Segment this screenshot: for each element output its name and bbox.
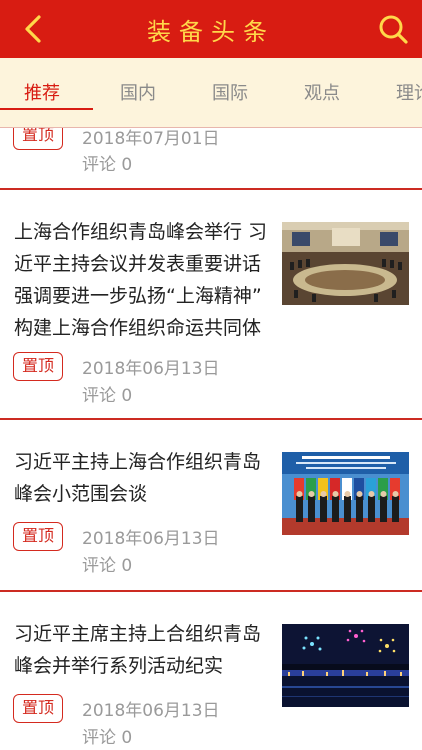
- pinned-badge: 置顶: [13, 352, 63, 381]
- article-date: 2018年06月13日: [82, 529, 220, 549]
- article-thumbnail: [282, 624, 409, 707]
- article-date: 2018年07月01日: [82, 129, 220, 149]
- list-item[interactable]: 习近平主席主持上合组织青岛峰会并举行系列活动纪实 置顶 2018年06月13日 …: [0, 592, 422, 750]
- tab-recommend[interactable]: 推荐: [24, 58, 60, 128]
- article-title: 习近平主持上海合作组织青岛峰会小范围会谈: [14, 451, 262, 505]
- tab-domestic[interactable]: 国内: [120, 58, 156, 128]
- article-title: 习近平主席主持上合组织青岛峰会并举行系列活动纪实: [14, 623, 262, 677]
- pinned-badge: 置顶: [13, 522, 63, 551]
- article-thumbnail: [282, 452, 409, 535]
- category-tabs: 推荐 国内 国际 观点 理论: [0, 58, 422, 128]
- article-list: 置顶 2018年07月01日 评论 0 上海合作组织青岛峰会举行 习近平主持会议…: [0, 128, 422, 750]
- tab-international[interactable]: 国际: [212, 58, 248, 128]
- pinned-badge: 置顶: [13, 694, 63, 723]
- top-bar: 装备头条: [0, 0, 422, 58]
- article-date: 2018年06月13日: [82, 701, 220, 721]
- tab-theory[interactable]: 理论: [396, 58, 422, 128]
- comment-count: 评论 0: [82, 155, 133, 175]
- back-button[interactable]: [16, 12, 50, 46]
- page-title: 装备头条: [147, 17, 275, 46]
- chevron-left-icon: [25, 15, 41, 43]
- article-thumbnail: [282, 222, 409, 305]
- comment-count: 评论 0: [82, 386, 133, 406]
- comment-count: 评论 0: [82, 556, 133, 576]
- article-title: 上海合作组织青岛峰会举行 习近平主持会议并发表重要讲话 强调要进一步弘扬“上海精…: [14, 221, 268, 339]
- search-button[interactable]: [374, 10, 412, 48]
- article-date: 2018年06月13日: [82, 359, 220, 379]
- comment-count: 评论 0: [82, 728, 133, 748]
- list-item[interactable]: 置顶 2018年07月01日 评论 0: [0, 128, 422, 190]
- list-item[interactable]: 上海合作组织青岛峰会举行 习近平主持会议并发表重要讲话 强调要进一步弘扬“上海精…: [0, 190, 422, 418]
- search-icon: [379, 15, 408, 44]
- active-tab-indicator: [0, 108, 93, 110]
- tab-opinion[interactable]: 观点: [304, 58, 340, 128]
- pinned-badge: 置顶: [13, 128, 63, 150]
- list-item[interactable]: 习近平主持上海合作组织青岛峰会小范围会谈 置顶 2018年06月13日 评论 0: [0, 420, 422, 590]
